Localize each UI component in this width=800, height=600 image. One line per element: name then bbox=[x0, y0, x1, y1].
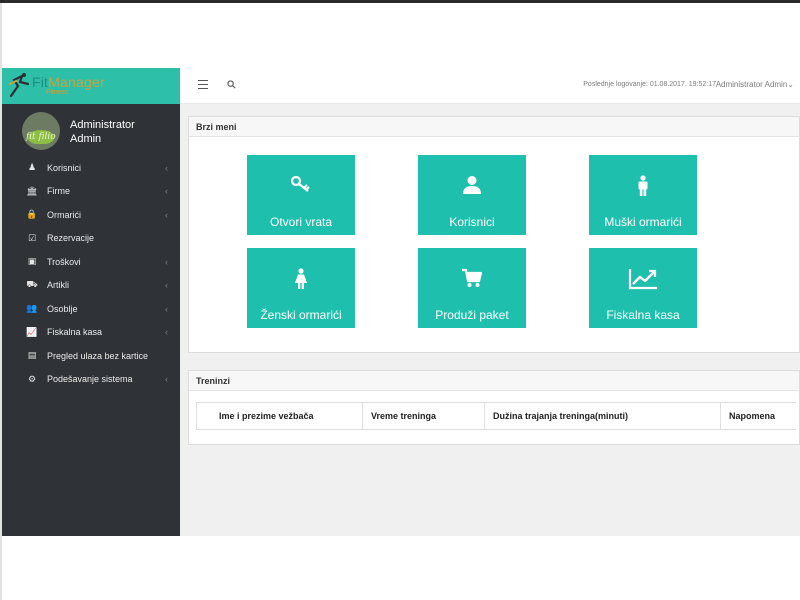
cart-icon bbox=[462, 268, 483, 287]
sidebar-user-name: Administrator Admin bbox=[70, 118, 170, 146]
chevron-left-icon: ‹ bbox=[165, 374, 168, 385]
menu-toggle-icon[interactable] bbox=[198, 80, 208, 89]
tile-male-lockers[interactable]: Muški ormarići bbox=[589, 155, 697, 235]
money-icon: ▣ bbox=[27, 256, 37, 267]
column-header[interactable]: Ime i prezime vežbača bbox=[197, 403, 363, 429]
tile-open-door[interactable]: Otvori vrata bbox=[247, 155, 355, 235]
tile-fiscal-register[interactable]: Fiskalna kasa bbox=[589, 248, 697, 328]
sidebar-item-fiskalna-kasa[interactable]: 📈 Fiskalna kasa ‹ bbox=[2, 321, 180, 345]
sidebar-item-osoblje[interactable]: 👥 Osoblje ‹ bbox=[2, 297, 180, 321]
window-top-edge bbox=[0, 0, 800, 3]
user-menu-dropdown[interactable]: Administrator Admin⌄ bbox=[716, 80, 794, 89]
column-header[interactable]: Dužina trajanja treninga(minuti) bbox=[485, 403, 721, 429]
sidebar-item-firme[interactable]: 🏛 Firme ‹ bbox=[2, 180, 180, 204]
column-header[interactable]: Napomena bbox=[721, 403, 797, 429]
checkbox-icon: ☑ bbox=[27, 232, 37, 243]
users-icon: 👥 bbox=[26, 303, 38, 314]
chevron-left-icon: ‹ bbox=[165, 186, 168, 197]
male-icon bbox=[638, 175, 648, 196]
brand-name-main: Manager bbox=[48, 74, 105, 90]
tile-label: Muški ormarići bbox=[604, 215, 682, 229]
chevron-left-icon: ‹ bbox=[165, 303, 168, 314]
sidebar-item-label: Troškovi bbox=[47, 256, 81, 267]
sidebar-item-ormari-i[interactable]: 🔒 Ormarići ‹ bbox=[2, 203, 180, 227]
chevron-left-icon: ‹ bbox=[165, 209, 168, 220]
tile-users[interactable]: Korisnici bbox=[418, 155, 526, 235]
brand-name-prefix: Fit bbox=[32, 74, 49, 90]
tile-label: Ženski ormarići bbox=[260, 308, 342, 322]
chevron-left-icon: ‹ bbox=[165, 280, 168, 291]
chevron-left-icon: ‹ bbox=[165, 162, 168, 173]
sidebar-item-label: Podešavanje sistema bbox=[47, 374, 133, 385]
quick-menu-title: Brzi meni bbox=[196, 122, 237, 132]
avatar-text: fit filio bbox=[26, 132, 56, 142]
top-header: Poslednje logovanje: 01.08.2017. 19:52:1… bbox=[180, 68, 800, 104]
sidebar-item-label: Fiskalna kasa bbox=[47, 327, 103, 338]
sidebar-item-label: Pregled ulaza bez kartice bbox=[47, 350, 149, 361]
main-content: Brzi meni Otvori vrata Korisnici Muški o… bbox=[180, 104, 800, 536]
tile-extend-package[interactable]: Produži paket bbox=[418, 248, 526, 328]
key-icon bbox=[290, 175, 310, 192]
sidebar-item-label: Korisnici bbox=[47, 162, 82, 173]
quick-menu-header: Brzi meni bbox=[189, 117, 799, 137]
sidebar-item-label: Osoblje bbox=[47, 303, 78, 314]
search-icon[interactable] bbox=[227, 80, 236, 89]
sidebar-item-artikli[interactable]: ⛟ Artikli ‹ bbox=[2, 274, 180, 298]
sidebar-item-tro-kovi[interactable]: ▣ Troškovi ‹ bbox=[2, 250, 180, 274]
sidebar-item-label: Artikli bbox=[47, 280, 69, 291]
sidebar-item-rezervacije[interactable]: ☑ Rezervacije bbox=[2, 227, 180, 251]
user-icon: ♟ bbox=[27, 162, 37, 173]
chevron-left-icon: ‹ bbox=[165, 256, 168, 267]
sidebar-item-label: Rezervacije bbox=[47, 233, 95, 244]
brand-subtitle: Fitness bbox=[46, 89, 69, 96]
trainings-title: Treninzi bbox=[196, 376, 231, 386]
trainings-panel: Treninzi Ime i prezime vežbača Vreme tre… bbox=[188, 370, 800, 445]
chart-line-icon bbox=[628, 269, 657, 290]
sidebar-item-korisnici[interactable]: ♟ Korisnici ‹ bbox=[2, 156, 180, 180]
brand-name: FitManager bbox=[32, 74, 105, 90]
sidebar-item-label: Ormarići bbox=[47, 209, 81, 220]
sidebar-item-label: Firme bbox=[47, 186, 70, 197]
tile-label: Korisnici bbox=[449, 215, 495, 229]
tile-female-lockers[interactable]: Ženski ormarići bbox=[247, 248, 355, 328]
runner-logo-icon bbox=[9, 73, 30, 98]
tile-label: Fiskalna kasa bbox=[606, 308, 680, 322]
chevron-down-icon: ⌄ bbox=[787, 80, 794, 89]
sidebar-item-pode-avanje-sistema[interactable]: ⚙ Podešavanje sistema ‹ bbox=[2, 368, 180, 392]
user-panel: fit filio Administrator Admin bbox=[2, 104, 180, 156]
user-menu-label: Administrator Admin bbox=[715, 80, 788, 89]
tile-label: Otvori vrata bbox=[269, 215, 332, 229]
sidebar-item-pregled-ulaza-bez-kartice[interactable]: ▤ Pregled ulaza bez kartice bbox=[2, 344, 180, 368]
brand-bar[interactable]: FitManager Fitness bbox=[2, 68, 180, 104]
quick-menu-panel: Brzi meni Otvori vrata Korisnici Muški o… bbox=[188, 116, 800, 353]
tile-label: Produži paket bbox=[435, 308, 509, 322]
lock-icon: 🔒 bbox=[26, 209, 38, 220]
female-icon bbox=[295, 268, 307, 289]
avatar: fit filio bbox=[22, 112, 60, 150]
column-header[interactable]: Vreme treninga bbox=[363, 403, 485, 429]
cart-icon: ⛟ bbox=[26, 279, 38, 290]
user-icon bbox=[463, 176, 481, 194]
file-icon: ▤ bbox=[27, 350, 37, 361]
chart-line-icon: 📈 bbox=[26, 326, 38, 337]
trainings-table: Ime i prezime vežbača Vreme treninga Duž… bbox=[196, 402, 796, 430]
trainings-header: Treninzi bbox=[189, 371, 799, 391]
sidebar-menu: ♟ Korisnici ‹ 🏛 Firme ‹ 🔒 Ormarići ‹ ☑ Rezervacije… bbox=[2, 156, 180, 391]
bank-icon: 🏛 bbox=[26, 185, 38, 196]
user-name-line1: Administrator bbox=[70, 119, 135, 131]
user-name-line2: Admin bbox=[70, 133, 102, 145]
cogs-icon: ⚙ bbox=[27, 373, 37, 384]
chevron-left-icon: ‹ bbox=[165, 327, 168, 338]
last-login-text: Poslednje logovanje: 01.08.2017. 19:52:1… bbox=[583, 81, 716, 88]
sidebar: FitManager Fitness fit filio Administrat… bbox=[2, 68, 180, 536]
